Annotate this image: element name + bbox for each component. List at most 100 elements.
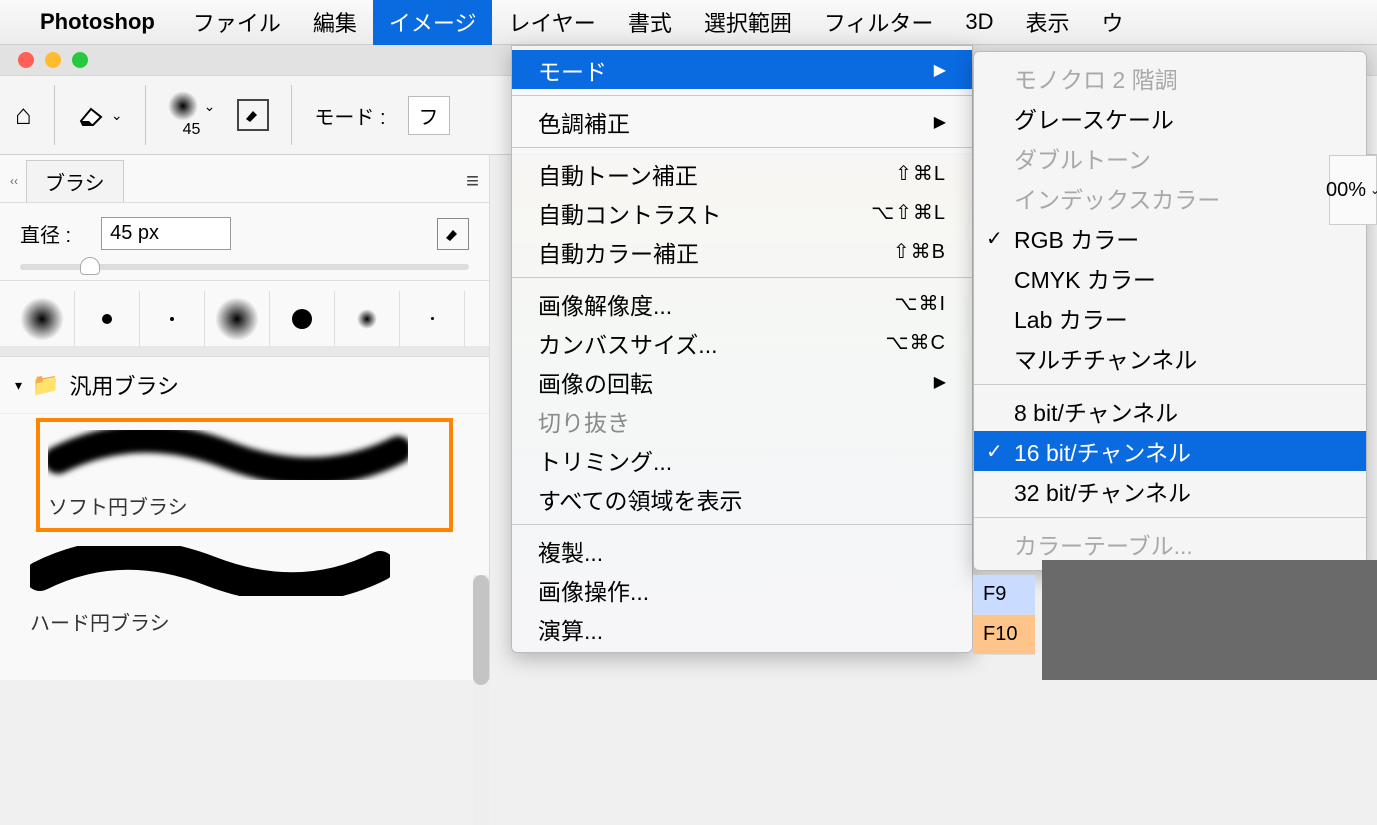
menu-item-label: 画像の回転 bbox=[538, 365, 653, 399]
menu-item[interactable]: 画像操作... bbox=[512, 570, 972, 609]
brush-thumb[interactable] bbox=[75, 291, 140, 346]
menu-item-label: 画像操作... bbox=[538, 573, 649, 607]
brush-item-hard[interactable]: ハード円ブラシ bbox=[0, 536, 489, 646]
menu-window-cut[interactable]: ウ bbox=[1086, 0, 1140, 45]
menu-item[interactable]: すべての領域を表示 bbox=[512, 479, 972, 518]
home-icon[interactable]: ⌂ bbox=[15, 99, 32, 131]
menu-item-label: トリミング... bbox=[538, 443, 672, 477]
submenu-item[interactable]: CMYK カラー bbox=[974, 258, 1366, 298]
brush-thumb[interactable] bbox=[205, 291, 270, 346]
menu-item[interactable]: 色調補正 ▶ bbox=[512, 102, 972, 141]
menu-type[interactable]: 書式 bbox=[612, 0, 688, 45]
brush-item-soft[interactable]: ソフト円ブラシ bbox=[36, 418, 453, 532]
menu-item[interactable]: 自動トーン補正⇧⌘L bbox=[512, 154, 972, 193]
brush-settings-icon[interactable] bbox=[237, 99, 269, 131]
close-icon[interactable] bbox=[18, 52, 34, 68]
zoom-display[interactable]: 00%⌄ bbox=[1329, 155, 1377, 225]
brush-thumb[interactable] bbox=[335, 291, 400, 346]
chevron-down-icon: ⌄ bbox=[111, 107, 123, 124]
submenu-item[interactable]: Lab カラー bbox=[974, 298, 1366, 338]
submenu-item-label: インデックスカラー bbox=[1014, 181, 1220, 215]
menu-item-label: モード bbox=[538, 53, 607, 87]
submenu-item[interactable]: ✓16 bit/チャンネル bbox=[974, 431, 1366, 471]
brush-thumb[interactable] bbox=[400, 291, 465, 346]
collapse-arrows-icon[interactable]: ‹‹ bbox=[10, 174, 18, 188]
menu-item[interactable]: 画像解像度... ⌥⌘I bbox=[512, 284, 972, 323]
submenu-item[interactable]: 8 bit/チャンネル bbox=[974, 391, 1366, 431]
fkey-row[interactable]: F10 bbox=[973, 615, 1035, 655]
shortcut: ⌥⌘I bbox=[894, 291, 946, 316]
menu-3d[interactable]: 3D bbox=[949, 0, 1009, 45]
brush-panel: ‹‹ ブラシ ≡ 直径 : ▾ 📁 汎用ブラシ ソフト円ブラシ ハード円ブラシ bbox=[0, 155, 490, 680]
zoom-icon[interactable] bbox=[72, 52, 88, 68]
separator bbox=[54, 85, 55, 145]
vertical-scrollbar[interactable] bbox=[473, 575, 489, 825]
menu-item-label: 自動カラー補正 bbox=[538, 235, 699, 269]
diameter-input[interactable] bbox=[101, 217, 231, 250]
blend-mode-dropdown[interactable]: フ bbox=[408, 96, 450, 135]
mode-label: モード : bbox=[314, 101, 385, 130]
brush-thumb[interactable] bbox=[140, 291, 205, 346]
diameter-label: 直径 : bbox=[20, 219, 71, 248]
check-icon: ✓ bbox=[986, 226, 1003, 251]
edit-brush-icon[interactable] bbox=[437, 218, 469, 250]
app-name[interactable]: Photoshop bbox=[40, 9, 155, 35]
folder-icon: 📁 bbox=[32, 372, 59, 398]
check-icon: ✓ bbox=[986, 439, 1003, 464]
minimize-icon[interactable] bbox=[45, 52, 61, 68]
menu-item[interactable]: 複製... bbox=[512, 531, 972, 570]
canvas-area bbox=[1042, 560, 1377, 680]
diameter-slider[interactable] bbox=[20, 264, 469, 270]
menu-item: 切り抜き bbox=[512, 401, 972, 440]
menu-item[interactable]: カンバスサイズ...⌥⌘C bbox=[512, 323, 972, 362]
image-menu-dropdown: モード▶色調補正▶自動トーン補正⇧⌘L自動コントラスト⌥⇧⌘L自動カラー補正⇧⌘… bbox=[511, 45, 973, 653]
submenu-arrow-icon: ▶ bbox=[934, 372, 946, 392]
brush-thumb[interactable] bbox=[270, 291, 335, 346]
submenu-item-label: 8 bit/チャンネル bbox=[1014, 394, 1178, 428]
zoom-value: 00% bbox=[1326, 179, 1366, 202]
menu-item-label: 画像解像度... bbox=[538, 287, 672, 321]
fkey-row[interactable]: F9 bbox=[973, 575, 1035, 615]
menu-item-label: 色調補正 bbox=[538, 105, 630, 139]
submenu-item-label: マルチチャンネル bbox=[1014, 341, 1197, 375]
brush-thumb[interactable] bbox=[10, 291, 75, 346]
submenu-item-label: RGB カラー bbox=[1014, 221, 1139, 255]
menu-item[interactable]: モード▶ bbox=[512, 50, 972, 89]
brush-item-label: ソフト円ブラシ bbox=[48, 491, 441, 520]
menu-item[interactable]: 自動カラー補正⇧⌘B bbox=[512, 232, 972, 271]
menu-item[interactable]: 演算... bbox=[512, 609, 972, 648]
folder-name: 汎用ブラシ bbox=[69, 369, 179, 401]
submenu-item-label: グレースケール bbox=[1014, 101, 1174, 135]
menu-item-label: 複製... bbox=[538, 534, 603, 568]
menu-filter[interactable]: フィルター bbox=[808, 0, 950, 45]
submenu-item[interactable]: 32 bit/チャンネル bbox=[974, 471, 1366, 511]
shortcut: ⌥⌘C bbox=[886, 330, 947, 355]
menu-layer[interactable]: レイヤー bbox=[492, 0, 611, 45]
brush-size-display: 45 bbox=[183, 121, 201, 139]
menu-item[interactable]: トリミング... bbox=[512, 440, 972, 479]
submenu-item[interactable]: ✓ RGB カラー bbox=[974, 218, 1366, 258]
submenu-item: カラーテーブル... bbox=[974, 524, 1366, 564]
horizontal-scrollbar[interactable] bbox=[0, 346, 489, 356]
shortcut: ⇧⌘L bbox=[895, 161, 946, 186]
menu-item-label: すべての領域を表示 bbox=[538, 482, 742, 516]
panel-menu-icon[interactable]: ≡ bbox=[466, 168, 479, 194]
menu-image[interactable]: イメージ bbox=[373, 0, 493, 45]
submenu-arrow-icon: ▶ bbox=[934, 112, 946, 132]
brush-folder-header[interactable]: ▾ 📁 汎用ブラシ bbox=[0, 357, 489, 414]
menu-item[interactable]: 自動コントラスト⌥⇧⌘L bbox=[512, 193, 972, 232]
brush-preset-picker[interactable]: ⌄ 45 bbox=[168, 91, 216, 139]
menu-view[interactable]: 表示 bbox=[1010, 0, 1086, 45]
slider-thumb[interactable] bbox=[80, 257, 100, 275]
submenu-item: インデックスカラー bbox=[974, 178, 1366, 218]
submenu-item[interactable]: マルチチャンネル bbox=[974, 338, 1366, 378]
submenu-item[interactable]: グレースケール bbox=[974, 98, 1366, 138]
tab-brush[interactable]: ブラシ bbox=[26, 160, 124, 202]
separator bbox=[145, 85, 146, 145]
menu-item[interactable]: 画像の回転 ▶ bbox=[512, 362, 972, 401]
eraser-tool[interactable]: ⌄ bbox=[77, 103, 123, 127]
menu-select[interactable]: 選択範囲 bbox=[688, 0, 808, 45]
menu-edit[interactable]: 編集 bbox=[297, 0, 373, 45]
menubar[interactable]: Photoshop ファイル 編集 イメージ レイヤー 書式 選択範囲 フィルタ… bbox=[0, 0, 1377, 45]
menu-file[interactable]: ファイル bbox=[177, 0, 297, 45]
